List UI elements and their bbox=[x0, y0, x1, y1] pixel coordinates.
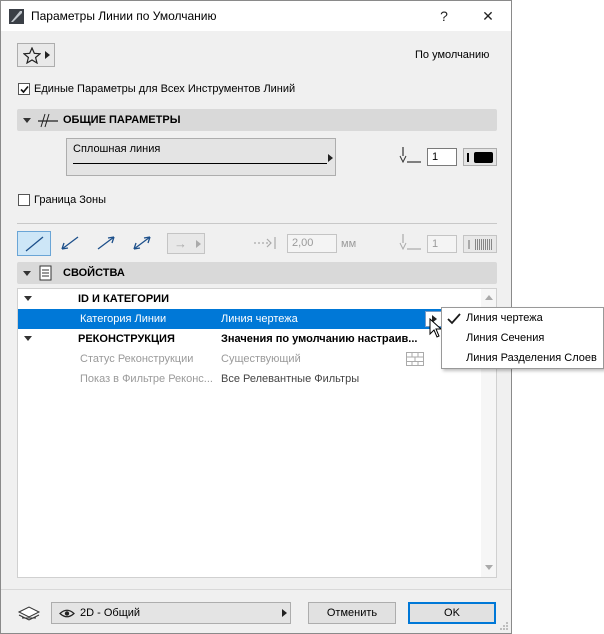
dropdown-option-skin-separator[interactable]: Линия Разделения Слоев bbox=[466, 352, 597, 364]
group-row-id-categories[interactable]: ID И КАТЕГОРИИ bbox=[18, 289, 481, 309]
line-arrow-both-icon bbox=[133, 236, 151, 250]
geometry-arrow-both-button[interactable] bbox=[127, 231, 157, 256]
view-label: 2D - Общий bbox=[80, 607, 141, 619]
document-properties-icon bbox=[39, 265, 52, 281]
ok-button[interactable]: OK bbox=[408, 602, 496, 624]
caret-right-icon bbox=[328, 154, 333, 162]
line-category-dropdown: Линия чертежа Линия Сечения Линия Раздел… bbox=[441, 307, 604, 369]
divider bbox=[17, 223, 497, 224]
check-icon bbox=[447, 313, 461, 325]
arrowhead-type-button[interactable]: → bbox=[167, 233, 205, 254]
line-arrow-start-icon bbox=[61, 236, 79, 250]
eye-icon bbox=[59, 609, 75, 618]
property-value: Существующий bbox=[221, 353, 301, 365]
arrow-pen-color-button[interactable] bbox=[463, 235, 497, 253]
property-row-renovation-status[interactable]: Статус Реконструкции Существующий bbox=[18, 349, 481, 369]
properties-section-header[interactable]: СВОЙСТВА bbox=[17, 262, 497, 284]
zone-boundary-checkbox[interactable] bbox=[18, 194, 30, 206]
properties-section-title: СВОЙСТВА bbox=[63, 267, 125, 279]
pen-pattern-swatch bbox=[475, 239, 493, 250]
title-bar: Параметры Линии по Умолчанию ? ✕ bbox=[1, 1, 511, 31]
unified-settings-label: Единые Параметры для Всех Инструментов Л… bbox=[34, 83, 296, 95]
collapse-arrow-icon bbox=[23, 118, 31, 123]
pen-number-field[interactable]: 1 bbox=[427, 148, 457, 166]
brick-wall-icon bbox=[406, 352, 424, 366]
arrow-size-field[interactable]: 2,00 bbox=[287, 234, 337, 253]
cancel-button[interactable]: Отменить bbox=[308, 602, 396, 624]
checkmark-icon bbox=[20, 85, 29, 94]
arrow-right-icon: → bbox=[174, 236, 187, 251]
window-title: Параметры Линии по Умолчанию bbox=[31, 9, 217, 23]
footer-divider bbox=[1, 589, 511, 590]
general-section-title: ОБЩИЕ ПАРАМЕТРЫ bbox=[63, 114, 181, 126]
pen-bar bbox=[467, 153, 469, 162]
help-button[interactable]: ? bbox=[425, 1, 463, 31]
line-type-label: Сплошная линия bbox=[73, 143, 161, 155]
layer-stack-icon bbox=[17, 606, 41, 621]
line-default-settings-dialog: Параметры Линии по Умолчанию ? ✕ По умол… bbox=[0, 0, 512, 634]
unified-settings-checkbox[interactable] bbox=[18, 83, 30, 95]
scroll-down-icon bbox=[485, 565, 493, 570]
group-title: РЕКОНСТРУКЦИЯ bbox=[78, 333, 175, 345]
property-value: Все Релевантные Фильтры bbox=[221, 373, 360, 385]
archicad-app-icon bbox=[9, 9, 24, 24]
unit-label: мм bbox=[341, 238, 357, 250]
caret-right-icon bbox=[45, 51, 50, 59]
star-icon bbox=[23, 47, 41, 64]
group-row-renovation[interactable]: РЕКОНСТРУКЦИЯ Значения по умолчанию наст… bbox=[18, 329, 481, 349]
caret-right-icon bbox=[196, 240, 201, 248]
pen-icon bbox=[399, 147, 421, 164]
property-row-line-category[interactable]: Категория Линии Линия чертежа bbox=[18, 309, 481, 329]
resize-grip-icon[interactable] bbox=[499, 621, 509, 631]
general-section-header[interactable]: ОБЩИЕ ПАРАМЕТРЫ bbox=[17, 109, 497, 131]
arrow-pen-icon bbox=[399, 234, 421, 251]
collapse-arrow-icon bbox=[23, 271, 31, 276]
line-type-preview bbox=[73, 163, 327, 164]
default-label: По умолчанию bbox=[415, 49, 490, 61]
line-tool-icon bbox=[38, 113, 58, 128]
geometry-plain-line-button[interactable] bbox=[17, 231, 51, 256]
dropdown-option-section-line[interactable]: Линия Сечения bbox=[466, 332, 544, 344]
caret-right-icon bbox=[282, 609, 287, 617]
plain-line-icon bbox=[25, 236, 44, 252]
pen-bar bbox=[468, 240, 470, 249]
close-button[interactable]: ✕ bbox=[469, 1, 507, 31]
geometry-arrow-end-button[interactable] bbox=[91, 231, 121, 256]
collapse-arrow-icon bbox=[24, 296, 32, 301]
property-name: Статус Реконструкции bbox=[80, 353, 194, 365]
property-name: Показ в Фильтре Реконс... bbox=[80, 373, 213, 385]
arrow-pen-number-field[interactable]: 1 bbox=[427, 235, 457, 253]
line-arrow-end-icon bbox=[97, 236, 115, 250]
property-name: Категория Линии bbox=[80, 313, 167, 325]
property-value: Линия чертежа bbox=[221, 313, 298, 325]
property-row-renovation-filter[interactable]: Показ в Фильтре Реконс... Все Релевантны… bbox=[18, 369, 481, 389]
group-value: Значения по умолчанию настраив... bbox=[221, 333, 418, 345]
group-title: ID И КАТЕГОРИИ bbox=[78, 293, 169, 305]
view-selector[interactable]: 2D - Общий bbox=[51, 602, 291, 624]
scroll-up-icon bbox=[485, 295, 493, 300]
line-type-selector[interactable]: Сплошная линия bbox=[66, 138, 336, 176]
arrow-size-icon bbox=[254, 237, 276, 249]
favorites-button[interactable] bbox=[17, 43, 55, 67]
dropdown-option-drawing-line[interactable]: Линия чертежа bbox=[466, 312, 543, 324]
geometry-arrow-start-button[interactable] bbox=[55, 231, 85, 256]
pen-color-button[interactable] bbox=[463, 148, 497, 166]
zone-boundary-label: Граница Зоны bbox=[34, 194, 107, 206]
pen-color-swatch bbox=[474, 152, 493, 163]
collapse-arrow-icon bbox=[24, 336, 32, 341]
